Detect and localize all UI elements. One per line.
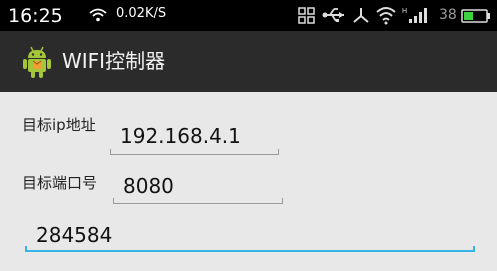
status-time: 16:25 <box>8 5 63 27</box>
svg-text:H: H <box>402 8 407 15</box>
app-title: WIFI控制器 <box>62 49 166 73</box>
status-bar: 16:25 0.02K/S H 38 <box>0 0 497 31</box>
port-input-underline <box>113 198 283 204</box>
port-label: 目标端口号 <box>22 174 98 192</box>
android-icon[interactable] <box>22 45 52 79</box>
battery-icon <box>461 8 491 23</box>
network-speed: 0.02K/S <box>116 6 167 21</box>
battery-level: 38 <box>439 7 457 23</box>
wifi-icon <box>89 7 107 22</box>
grid-icon <box>298 7 315 24</box>
wifi-signal-icon <box>376 7 396 25</box>
ip-input-underline <box>110 149 279 155</box>
ip-label: 目标ip地址 <box>22 116 96 134</box>
port-input[interactable]: 8080 <box>123 173 174 199</box>
message-input-underline <box>25 246 475 252</box>
signal-icon: H <box>402 8 427 23</box>
usb-icon <box>322 8 344 22</box>
message-input[interactable]: 284584 <box>36 222 112 248</box>
action-bar: WIFI控制器 <box>0 31 497 92</box>
share-icon <box>353 8 369 23</box>
ip-input[interactable]: 192.168.4.1 <box>120 123 241 149</box>
